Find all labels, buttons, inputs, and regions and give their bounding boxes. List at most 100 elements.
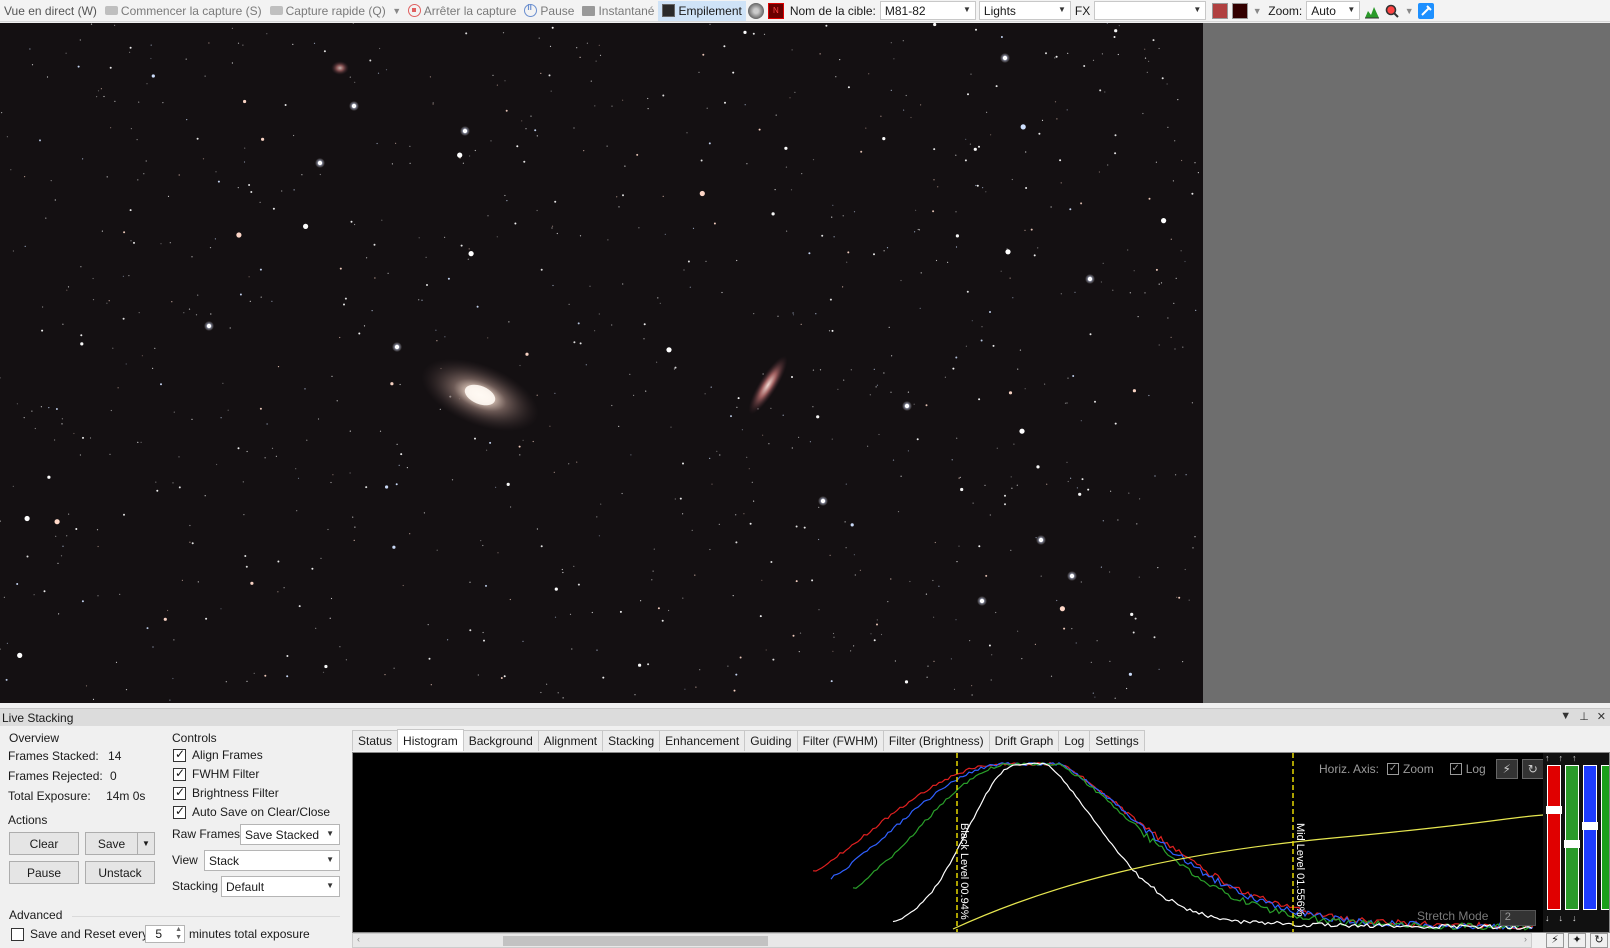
frames-rejected-value: 0 xyxy=(110,769,117,783)
align-frames-label: Align Frames xyxy=(192,748,263,762)
pause-button[interactable]: Pause xyxy=(520,1,578,21)
tab-settings[interactable]: Settings xyxy=(1089,730,1145,751)
slider-down-arrows[interactable]: ↓↓↓ xyxy=(1545,913,1603,923)
clear-button[interactable]: Clear xyxy=(9,832,79,855)
save-reset-checkbox-box[interactable] xyxy=(11,927,24,941)
start-capture-button[interactable]: Commencer la capture (S) xyxy=(101,1,266,21)
moon-icon[interactable] xyxy=(747,2,764,19)
tab-drift-graph[interactable]: Drift Graph xyxy=(988,730,1060,751)
brightness-filter-label: Brightness Filter xyxy=(192,786,279,800)
stacking-mode-select[interactable]: Default ▼ xyxy=(221,876,340,897)
target-name-input[interactable]: M81-82 ▼ xyxy=(879,1,976,20)
tab-guiding[interactable]: Guiding xyxy=(744,730,798,751)
view-select[interactable]: Stack ▼ xyxy=(204,850,340,871)
tab-histogram[interactable]: Histogram xyxy=(397,729,464,751)
total-exposure-row: Total Exposure: 14m 0s xyxy=(8,789,145,803)
magnifier-dropdown[interactable]: ▼ xyxy=(1402,6,1416,16)
checkbox-checked[interactable] xyxy=(173,766,186,781)
log-checkbox-label: Log xyxy=(1465,762,1486,776)
tab-log[interactable]: Log xyxy=(1058,730,1091,751)
snapshot-button[interactable]: Instantané xyxy=(578,1,658,21)
stacking-label: Empilement xyxy=(678,3,742,18)
live-stacking-title: Live Stacking xyxy=(2,710,74,725)
save-button[interactable]: Save xyxy=(85,832,137,855)
histogram-chart: Black Level 00.94% Mid Level 01.556% xyxy=(812,753,1544,932)
close-icon[interactable]: ✕ xyxy=(1597,710,1606,723)
pause-label: Pause xyxy=(540,3,575,18)
checkbox-checked[interactable] xyxy=(173,747,186,762)
checkbox-checked[interactable] xyxy=(173,785,186,800)
tab-stacking[interactable]: Stacking xyxy=(602,730,661,751)
luminance-level-slider[interactable] xyxy=(1601,765,1609,910)
fwhm-filter-checkbox[interactable]: FWHM Filter xyxy=(173,766,260,781)
record-square-icon[interactable] xyxy=(1212,2,1229,19)
raw-frames-select[interactable]: Save Stacked ▼ xyxy=(240,824,340,845)
star-icon[interactable]: ✦ xyxy=(1568,933,1586,948)
tab-background[interactable]: Background xyxy=(462,730,539,751)
histogram-icon[interactable] xyxy=(1364,3,1380,19)
tab-enhancement[interactable]: Enhancement xyxy=(659,730,746,751)
scrollbar-thumb[interactable] xyxy=(503,936,768,946)
live-view-button[interactable]: Vue en direct (W) xyxy=(0,1,101,21)
scroll-right-icon[interactable]: › xyxy=(1524,934,1527,944)
pause-stacking-button[interactable]: Pause xyxy=(9,861,79,884)
night-mode-icon[interactable]: N xyxy=(767,2,784,19)
reset-icon[interactable]: ↻ xyxy=(1521,759,1544,779)
align-frames-checkbox[interactable]: Align Frames xyxy=(173,747,263,762)
green-level-slider[interactable] xyxy=(1564,765,1580,910)
green-slider-handle[interactable] xyxy=(1564,840,1580,848)
crosshair-dropdown[interactable]: ▼ xyxy=(1250,6,1264,16)
tab-filter-fwhm[interactable]: Filter (FWHM) xyxy=(796,730,884,751)
stacking-button[interactable]: Empilement xyxy=(658,0,746,21)
quick-capture-button[interactable]: Capture rapide (Q) xyxy=(266,1,390,21)
tab-filter-brightness[interactable]: Filter (Brightness) xyxy=(882,730,990,751)
crosshair-icon[interactable] xyxy=(1232,2,1249,19)
zoom-value: Auto xyxy=(1311,3,1336,18)
zoom-checkbox[interactable]: ✓ xyxy=(1387,763,1400,775)
save-options-button[interactable]: ▼ xyxy=(137,832,155,855)
log-checkbox[interactable]: ✓ xyxy=(1449,763,1462,775)
save-reset-minutes-stepper[interactable]: 5 ▲ ▼ xyxy=(145,925,185,943)
scroll-left-icon[interactable]: ‹ xyxy=(357,934,360,944)
lightning-icon[interactable]: ⚡ xyxy=(1546,933,1564,948)
live-stacking-title-bar: Live Stacking ▼ ⊥ ✕ xyxy=(0,708,1610,726)
magnifier-icon[interactable] xyxy=(1384,3,1400,19)
save-reset-checkbox[interactable]: Save and Reset every xyxy=(11,927,148,941)
fx-select[interactable]: ▼ xyxy=(1094,1,1207,20)
blue-level-slider[interactable] xyxy=(1582,765,1598,910)
unstack-button[interactable]: Unstack xyxy=(85,861,155,884)
tab-status[interactable]: Status xyxy=(352,730,399,751)
refresh-icon[interactable]: ↻ xyxy=(1590,933,1608,948)
tab-alignment[interactable]: Alignment xyxy=(537,730,604,751)
zoom-select[interactable]: Auto ▼ xyxy=(1306,1,1361,20)
stop-capture-button[interactable]: Arrêter la capture xyxy=(404,1,521,21)
histogram-scrollbar[interactable]: ‹ › xyxy=(352,933,1532,948)
auto-stretch-icon[interactable]: ⚡ xyxy=(1495,759,1518,779)
chevron-down-icon: ▼ xyxy=(962,5,971,14)
slider-up-arrows[interactable]: ↑↑↑ xyxy=(1545,753,1603,763)
quick-capture-dropdown[interactable]: ▼ xyxy=(390,6,404,16)
auto-save-checkbox[interactable]: Auto Save on Clear/Close xyxy=(173,804,330,819)
stretch-mode-stepper[interactable]: 2 xyxy=(1499,910,1536,926)
image-side-pane xyxy=(1203,23,1610,703)
quick-capture-label: Capture rapide (Q) xyxy=(285,3,386,18)
checkbox-checked[interactable] xyxy=(173,804,186,819)
pin-icon[interactable] xyxy=(1418,2,1435,19)
chevron-down-icon: ▼ xyxy=(326,881,334,890)
stacked-image-view[interactable] xyxy=(0,23,1203,703)
brightness-filter-checkbox[interactable]: Brightness Filter xyxy=(173,785,279,800)
blue-slider-handle[interactable] xyxy=(1582,822,1598,830)
overview-title: Overview xyxy=(9,731,60,745)
dock-menu-icon[interactable]: ▼ xyxy=(1560,710,1571,723)
pin-icon[interactable]: ⊥ xyxy=(1579,710,1589,723)
red-level-slider[interactable] xyxy=(1546,765,1562,910)
zoom-checkbox-label: Zoom xyxy=(1403,762,1434,776)
histogram-axis-controls: Horiz. Axis: ✓ Zoom ✓ Log ⚡ ↻ xyxy=(1319,759,1544,779)
histogram-panel[interactable]: Black Level 00.94% Mid Level 01.556% Hori… xyxy=(352,752,1610,933)
stepper-arrows-icon[interactable]: ▲ ▼ xyxy=(175,926,182,942)
red-slider-handle[interactable] xyxy=(1546,806,1562,814)
pause-stacking-label: Pause xyxy=(26,865,62,880)
mid-level-line-label: Mid Level 01.556% xyxy=(1294,823,1306,917)
frame-type-select[interactable]: Lights ▼ xyxy=(978,1,1071,20)
fwhm-filter-label: FWHM Filter xyxy=(192,767,260,781)
